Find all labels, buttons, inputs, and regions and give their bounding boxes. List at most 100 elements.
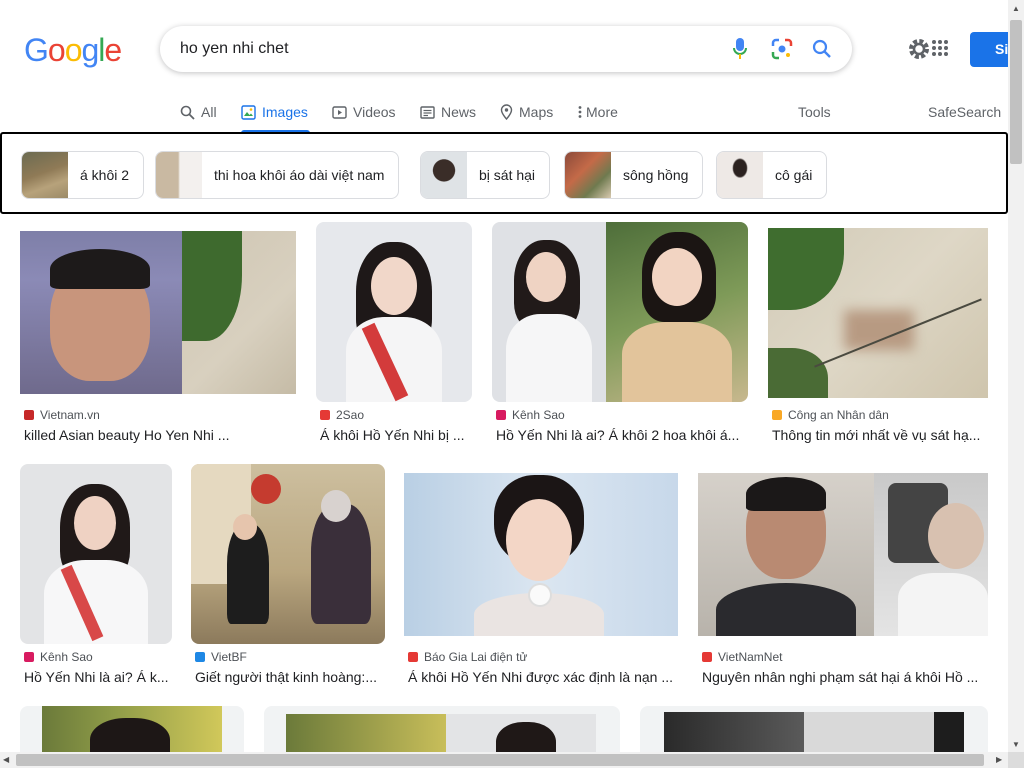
image-result[interactable]: Vietnam.vn killed Asian beauty Ho Yen Nh… (20, 222, 296, 448)
result-title[interactable]: Nguyên nhân nghi phạm sát hại á khôi Hồ … (702, 669, 992, 685)
site-favicon (496, 410, 506, 420)
result-title[interactable]: Thông tin mới nhất về vụ sát hạ... (772, 427, 992, 443)
image-result[interactable]: Kênh Sao Hồ Yến Nhi là ai? Á khôi 2 hoa … (492, 222, 748, 448)
related-searches-bar: á khôi 2 thi hoa khôi áo dài việt nam bị… (0, 132, 1008, 214)
result-source: VietBF (195, 650, 247, 664)
site-favicon (408, 652, 418, 662)
logo-letter: o (64, 32, 83, 68)
site-favicon (702, 652, 712, 662)
tab-videos[interactable]: Videos (332, 92, 396, 132)
image-result[interactable]: VietNamNet Nguyên nhân nghi phạm sát hại… (698, 464, 988, 690)
chip-label: cô gái (775, 167, 813, 183)
image-result[interactable] (20, 706, 244, 752)
result-source: Báo Gia Lai điện tử (408, 650, 527, 664)
tab-more[interactable]: More (578, 92, 618, 132)
chip-thumbnail (156, 152, 202, 198)
tab-news[interactable]: News (420, 92, 476, 132)
lens-icon[interactable] (770, 37, 794, 61)
chip-label: bị sát hại (479, 167, 536, 183)
chip-thumbnail (717, 152, 763, 198)
result-title[interactable]: Giết người thật kinh hoàng:... (195, 669, 389, 685)
search-icon[interactable] (810, 37, 834, 61)
image-result[interactable]: VietBF Giết người thật kinh hoàng:... (191, 464, 385, 690)
result-source: Vietnam.vn (24, 408, 100, 422)
result-source: Kênh Sao (496, 408, 565, 422)
safesearch-button[interactable]: SafeSearch (928, 92, 1001, 132)
mic-icon[interactable] (728, 37, 752, 61)
image-result[interactable]: 2Sao Á khôi Hồ Yến Nhi bị ... (316, 222, 472, 448)
search-tabs: All Images Videos News Maps More Tools S… (0, 92, 1010, 133)
search-box (160, 26, 852, 72)
result-source: 2Sao (320, 408, 364, 422)
site-favicon (320, 410, 330, 420)
chip-co-gai[interactable]: cô gái (716, 151, 828, 199)
chip-thumbnail (421, 152, 467, 198)
result-image (191, 464, 385, 644)
chip-thi-hoa-khoi[interactable]: thi hoa khôi áo dài việt nam (155, 151, 400, 199)
tools-button[interactable]: Tools (798, 92, 831, 132)
logo-letter: G (24, 32, 49, 68)
image-result[interactable]: Kênh Sao Hồ Yến Nhi là ai? Á k... (20, 464, 172, 690)
chip-bi-sat-hai[interactable]: bị sát hại (420, 151, 551, 199)
logo-letter: g (81, 32, 99, 68)
logo-letter: o (47, 32, 66, 68)
result-image (316, 222, 472, 402)
result-title[interactable]: killed Asian beauty Ho Yen Nhi ... (24, 427, 300, 443)
logo-letter: e (104, 32, 122, 68)
image-result[interactable] (640, 706, 988, 752)
tab-maps[interactable]: Maps (500, 92, 553, 132)
horizontal-scroll-thumb[interactable] (16, 754, 984, 766)
result-image (264, 706, 620, 752)
result-title[interactable]: Á khôi Hồ Yến Nhi được xác định là nạn .… (408, 669, 682, 685)
result-image (768, 228, 988, 398)
chip-label: á khôi 2 (80, 167, 130, 183)
chip-thumbnail (565, 152, 611, 198)
result-title[interactable]: Hồ Yến Nhi là ai? Á khôi 2 hoa khôi á... (496, 427, 752, 443)
result-image (640, 706, 988, 752)
more-icon (578, 105, 582, 119)
tab-images[interactable]: Images (241, 92, 310, 133)
chip-song-hong[interactable]: sông hồng (564, 151, 704, 199)
result-image (20, 464, 172, 644)
tab-all[interactable]: All (180, 92, 217, 132)
apps-grid-icon[interactable] (932, 40, 948, 56)
video-icon (332, 105, 347, 120)
google-logo[interactable]: Google (24, 32, 122, 69)
map-pin-icon (500, 104, 513, 120)
result-image (698, 473, 988, 636)
tab-label: Maps (519, 104, 554, 120)
scroll-right-icon[interactable]: ▶ (996, 755, 1002, 764)
tab-label: More (586, 104, 618, 120)
result-source: Kênh Sao (24, 650, 93, 664)
site-favicon (24, 410, 34, 420)
tab-label: All (201, 104, 217, 120)
result-source: VietNamNet (702, 650, 782, 664)
image-result[interactable]: Công an Nhân dân Thông tin mới nhất về v… (768, 222, 988, 448)
search-icon (180, 105, 195, 120)
image-result[interactable]: Báo Gia Lai điện tử Á khôi Hồ Yến Nhi đư… (404, 464, 678, 690)
scroll-up-icon[interactable]: ▲ (1012, 4, 1020, 13)
result-image (20, 231, 296, 394)
scroll-down-icon[interactable]: ▼ (1012, 740, 1020, 749)
result-image (20, 706, 244, 752)
gear-icon[interactable] (906, 36, 932, 62)
search-input[interactable] (180, 26, 700, 72)
site-favicon (772, 410, 782, 420)
image-icon (241, 104, 256, 120)
news-icon (420, 105, 435, 120)
scrollbar-corner (1008, 752, 1024, 768)
vertical-scroll-thumb[interactable] (1010, 20, 1022, 164)
google-images-page: Google Si All Images Videos (0, 0, 1024, 768)
result-title[interactable]: Á khôi Hồ Yến Nhi bị ... (320, 427, 476, 443)
site-favicon (195, 652, 205, 662)
scroll-left-icon[interactable]: ◀ (3, 755, 9, 764)
tab-label: Videos (353, 104, 396, 120)
result-image (404, 473, 678, 636)
image-result[interactable] (264, 706, 620, 752)
site-favicon (24, 652, 34, 662)
chip-a-khoi-2[interactable]: á khôi 2 (21, 151, 145, 199)
result-title[interactable]: Hồ Yến Nhi là ai? Á k... (24, 669, 176, 685)
chip-thumbnail (22, 152, 68, 198)
chip-label: thi hoa khôi áo dài việt nam (214, 167, 385, 183)
result-image (492, 222, 748, 402)
